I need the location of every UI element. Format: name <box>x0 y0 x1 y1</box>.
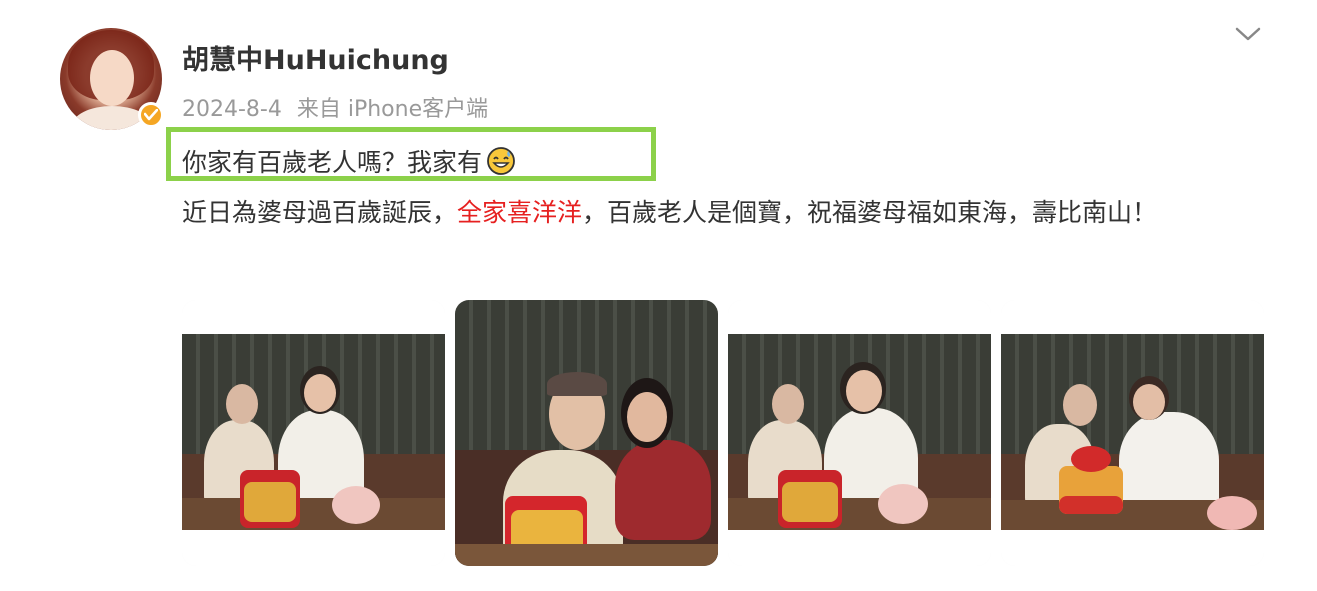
photo-3[interactable] <box>728 300 991 566</box>
author-name[interactable]: 胡慧中HuHuichung <box>182 38 449 77</box>
post-body-part1: 近日為婆母過百歲誕辰， <box>182 198 458 227</box>
weibo-post: 胡慧中HuHuichung 2024-8-4 来自 iPhone客户端 你家有百… <box>0 0 1317 591</box>
post-body-part2: ，百歲老人是個寶，祝福婆母福如東海，壽比南山！ <box>582 198 1158 227</box>
sweat-smile-emoji-icon <box>486 146 516 176</box>
post-source: 来自 iPhone客户端 <box>296 97 489 122</box>
post-first-line: 你家有百歲老人嗎？我家有 <box>182 143 516 179</box>
avatar[interactable] <box>60 28 164 130</box>
post-body: 近日為婆母過百歲誕辰，全家喜洋洋，百歲老人是個寶，祝福婆母福如東海，壽比南山！ <box>182 192 1272 234</box>
chevron-down-icon[interactable] <box>1234 24 1262 44</box>
photo-4[interactable] <box>1001 300 1264 566</box>
verified-badge-icon <box>138 102 164 128</box>
post-body-highlight[interactable]: 全家喜洋洋 <box>457 198 582 227</box>
post-first-line-text: 你家有百歲老人嗎？我家有 <box>182 148 483 177</box>
post-date[interactable]: 2024-8-4 <box>182 97 282 122</box>
photo-grid <box>182 300 1264 566</box>
post-meta: 2024-8-4 来自 iPhone客户端 <box>182 91 488 123</box>
photo-1[interactable] <box>182 300 445 566</box>
photo-2[interactable] <box>455 300 718 566</box>
